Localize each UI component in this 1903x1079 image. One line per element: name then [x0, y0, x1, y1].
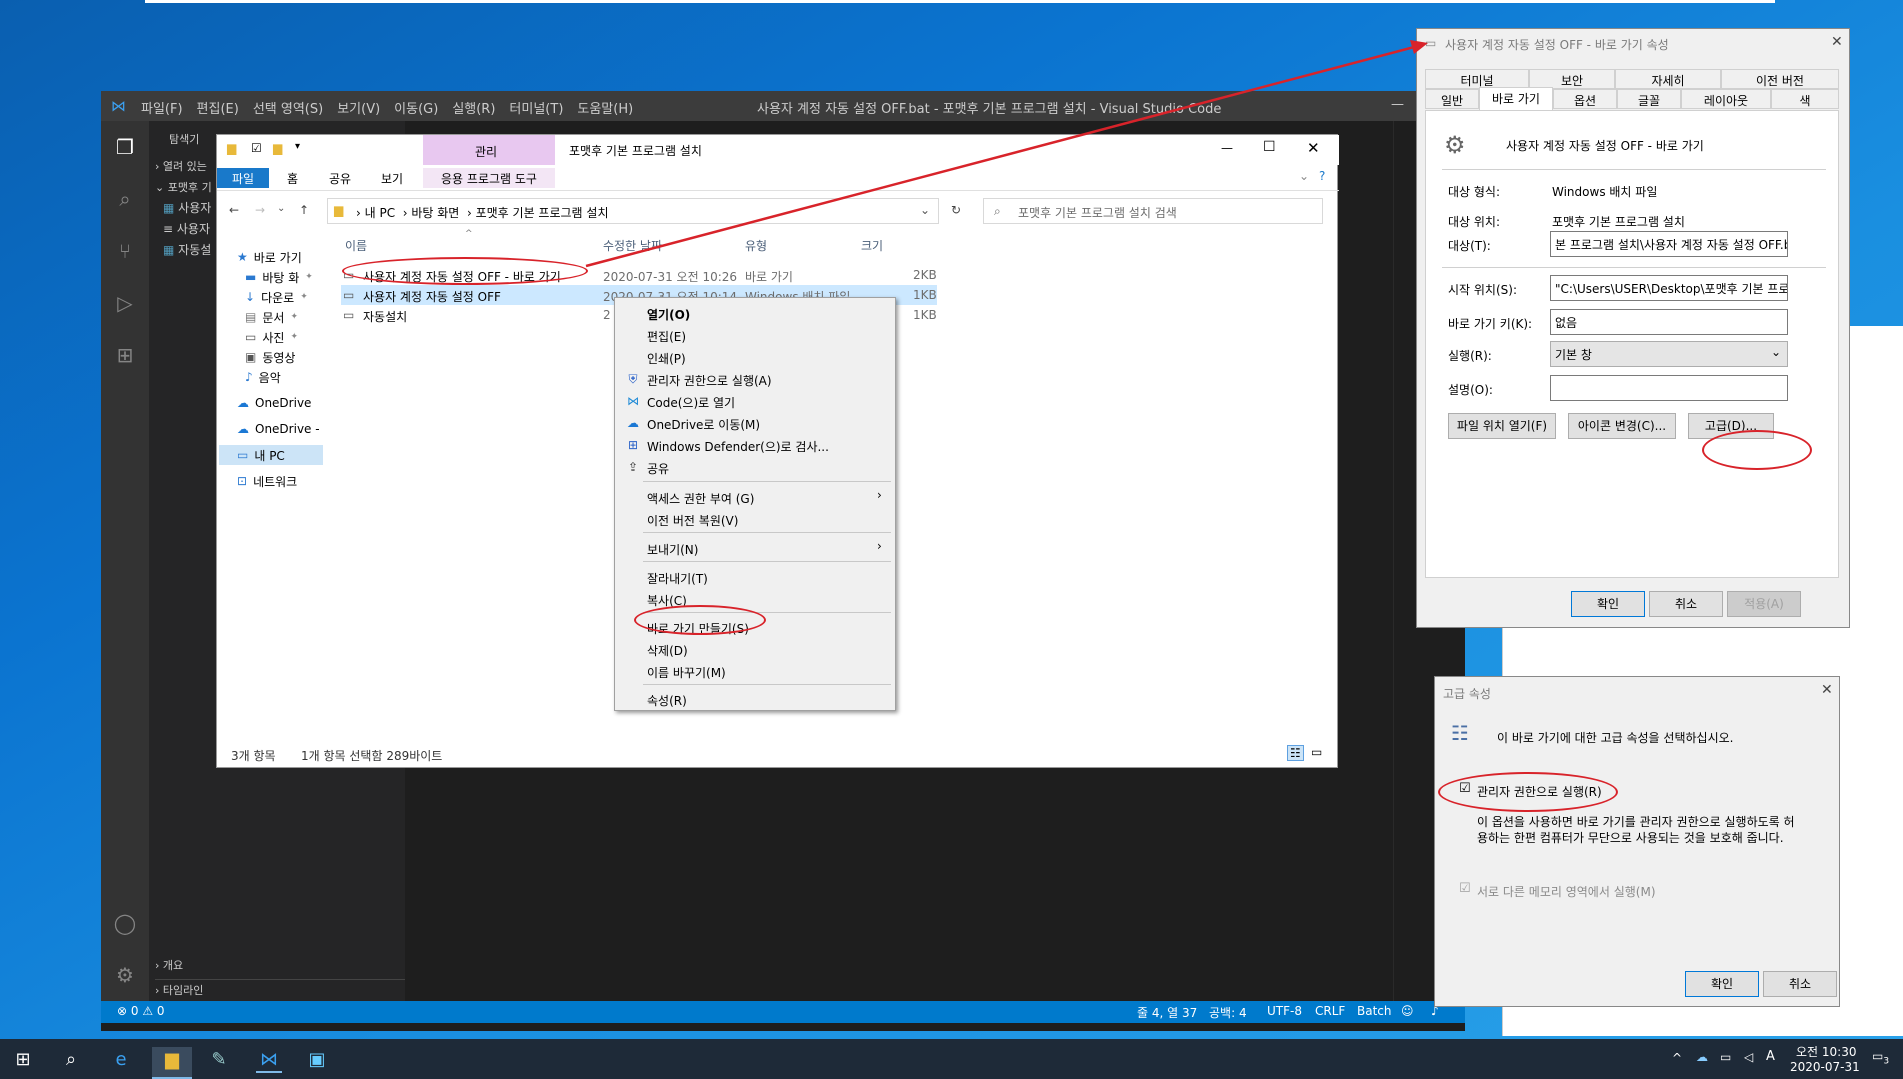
edge-icon[interactable]: e [108, 1047, 134, 1073]
vscode-taskbar-icon[interactable]: ⋈ [256, 1047, 282, 1073]
app-icon[interactable]: ▣ [304, 1047, 330, 1073]
windows-taskbar: ⊞ ⌕ e ▆ ✎ ⋈ ▣ ^ ☁ ▭ ◁ A 오전 10:30 2020-07… [0, 1039, 1903, 1079]
clock-date[interactable]: 2020-07-31 [1790, 1060, 1860, 1074]
annotation-arrow [585, 40, 1428, 268]
volume-icon[interactable]: ◁ [1744, 1050, 1753, 1064]
start-windows-icon[interactable]: ⊞ [10, 1047, 36, 1073]
clock-time[interactable]: 오전 10:30 [1796, 1043, 1856, 1060]
search-icon[interactable]: ⌕ [58, 1047, 84, 1073]
notepad-icon[interactable]: ✎ [206, 1047, 232, 1073]
onedrive-icon[interactable]: ☁ [1696, 1050, 1708, 1064]
file-explorer-taskbar-icon[interactable]: ▆ [152, 1047, 192, 1079]
notification-icon[interactable]: ▭3 [1872, 1049, 1889, 1066]
network-icon[interactable]: ▭ [1720, 1050, 1731, 1064]
chevron-up-icon[interactable]: ^ [1672, 1051, 1682, 1065]
ime-indicator[interactable]: A [1766, 1049, 1775, 1064]
